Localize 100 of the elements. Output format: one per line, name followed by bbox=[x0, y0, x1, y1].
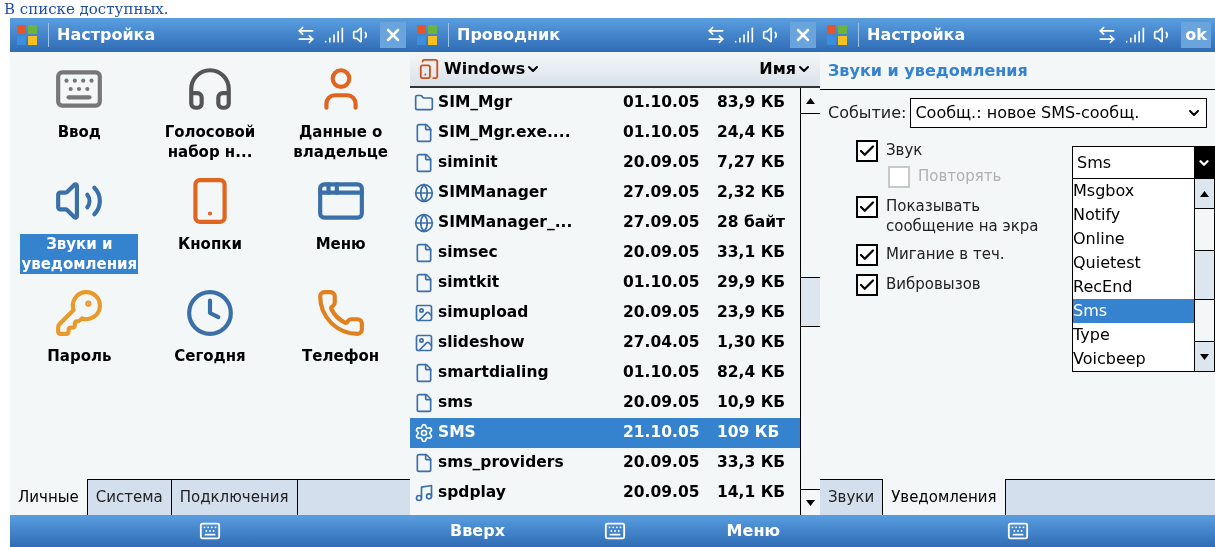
connection-icon[interactable] bbox=[296, 25, 316, 45]
file-row[interactable]: sms_providers 20.09.05 33,3 КБ bbox=[410, 448, 800, 478]
file-row[interactable]: sms 20.09.05 10,9 КБ bbox=[410, 388, 800, 418]
file-size: 10,9 КБ bbox=[717, 392, 786, 414]
sort-dropdown[interactable]: Имя bbox=[759, 57, 812, 81]
sound-option[interactable]: Voicbeep bbox=[1073, 347, 1194, 371]
page-caption: В списке доступных. bbox=[4, 1, 169, 18]
file-name: siminit bbox=[438, 152, 499, 174]
keyboard-icon[interactable] bbox=[199, 520, 221, 542]
close-button[interactable] bbox=[380, 22, 406, 48]
globe-icon bbox=[414, 213, 434, 233]
down-arrow-icon[interactable] bbox=[806, 499, 815, 506]
signal-icon[interactable] bbox=[1125, 25, 1146, 45]
settings-item[interactable]: Меню bbox=[281, 234, 400, 254]
file-date: 27.04.05 bbox=[623, 332, 701, 354]
softkey[interactable]: Вверх bbox=[450, 519, 505, 543]
checkbox[interactable] bbox=[856, 244, 878, 266]
settings-item[interactable]: Ввод bbox=[20, 122, 139, 142]
file-row[interactable]: smartdialing 01.10.05 82,4 КБ bbox=[410, 358, 800, 388]
file-row[interactable]: simsec 20.09.05 33,1 КБ bbox=[410, 238, 800, 268]
scrollbar[interactable] bbox=[800, 88, 820, 515]
settings-item[interactable]: Звуки и уведомления bbox=[20, 234, 139, 274]
file-date: 20.09.05 bbox=[623, 392, 701, 414]
file-date: 27.09.05 bbox=[623, 182, 701, 204]
file-name: simupload bbox=[438, 302, 530, 324]
keyboard-icon[interactable] bbox=[604, 520, 626, 542]
settings-item[interactable]: Пароль bbox=[20, 346, 139, 366]
file-icon bbox=[414, 153, 434, 173]
softkey[interactable]: Меню bbox=[726, 519, 780, 543]
sound-option[interactable]: Online bbox=[1073, 227, 1194, 251]
music-icon bbox=[414, 483, 434, 503]
file-date: 27.09.05 bbox=[623, 212, 701, 234]
sound-option[interactable]: Quietest bbox=[1073, 251, 1194, 275]
file-date: 20.09.05 bbox=[623, 152, 701, 174]
sound-option[interactable]: RecEnd bbox=[1073, 275, 1194, 299]
windows-logo-icon[interactable] bbox=[824, 22, 850, 48]
sound-option[interactable]: Msgbox bbox=[1073, 179, 1194, 203]
windows-logo-icon[interactable] bbox=[414, 22, 440, 48]
signal-icon[interactable] bbox=[734, 25, 754, 45]
file-size: 33,1 КБ bbox=[717, 242, 786, 264]
signal-icon[interactable] bbox=[324, 25, 344, 45]
file-icon bbox=[414, 243, 434, 263]
file-size: 33,3 КБ bbox=[717, 452, 786, 474]
file-name: slideshow bbox=[438, 332, 526, 354]
file-row[interactable]: spdplay 20.09.05 14,1 КБ bbox=[410, 478, 800, 508]
sound-option[interactable]: Type bbox=[1073, 323, 1194, 347]
close-button[interactable] bbox=[790, 22, 816, 48]
file-row[interactable]: slideshow 27.04.05 1,30 КБ bbox=[410, 328, 800, 358]
file-size: 83,9 КБ bbox=[717, 92, 786, 114]
scrollbar[interactable] bbox=[1194, 179, 1214, 371]
file-size: 2,32 КБ bbox=[717, 182, 786, 204]
folder-dropdown[interactable]: Windows bbox=[444, 57, 542, 81]
file-icon bbox=[414, 273, 434, 293]
checkbox[interactable] bbox=[856, 140, 878, 162]
sound-option[interactable]: Notify bbox=[1073, 203, 1194, 227]
down-arrow-icon[interactable] bbox=[1200, 353, 1209, 360]
sound-option[interactable]: Sms bbox=[1073, 299, 1194, 323]
file-name: SIM_Mgr bbox=[438, 92, 514, 114]
clock-icon bbox=[185, 288, 235, 338]
file-row[interactable]: SIMManager 27.09.05 2,32 КБ bbox=[410, 178, 800, 208]
event-dropdown[interactable]: Сообщ.: новое SMS-сообщ. bbox=[910, 98, 1207, 128]
keyboard-icon[interactable] bbox=[1006, 520, 1029, 542]
file-row[interactable]: SMS 21.10.05 109 КБ bbox=[410, 418, 800, 448]
file-name: SIMManager_... bbox=[438, 212, 574, 234]
file-row[interactable]: simtkit 01.10.05 29,9 КБ bbox=[410, 268, 800, 298]
windows-logo-icon[interactable] bbox=[14, 22, 40, 48]
file-name: SIM_Mgr.exe.... bbox=[438, 122, 572, 144]
scrollbar-thumb[interactable] bbox=[801, 276, 820, 327]
file-row[interactable]: simupload 20.09.05 23,9 КБ bbox=[410, 298, 800, 328]
checkbox[interactable] bbox=[856, 196, 878, 218]
settings-item[interactable]: Кнопки bbox=[151, 234, 269, 254]
scrollbar-thumb[interactable] bbox=[1195, 250, 1214, 300]
device-icon bbox=[418, 58, 440, 80]
checkbox[interactable] bbox=[856, 274, 878, 296]
file-name: sms_providers bbox=[438, 452, 565, 474]
option-label: Вибровызов bbox=[886, 274, 981, 294]
file-row[interactable]: SIMManager_... 27.09.05 28 байт bbox=[410, 208, 800, 238]
option-label: Повторять bbox=[918, 166, 1002, 186]
file-size: 7,27 КБ bbox=[717, 152, 786, 174]
sound-dropdown[interactable]: Sms bbox=[1073, 147, 1214, 179]
file-size: 82,4 КБ bbox=[717, 362, 786, 384]
connection-icon[interactable] bbox=[706, 25, 726, 45]
settings-item[interactable]: Сегодня bbox=[151, 346, 269, 366]
settings-item[interactable]: Телефон bbox=[281, 346, 400, 366]
tab[interactable]: Уведомления bbox=[883, 479, 1006, 515]
settings-item[interactable]: Данные о владельце bbox=[281, 122, 400, 162]
settings-item[interactable]: Голосовой набор н... bbox=[151, 122, 269, 162]
file-size: 1,30 КБ bbox=[717, 332, 786, 354]
gear-icon bbox=[414, 423, 434, 443]
file-icon bbox=[414, 123, 434, 143]
file-row[interactable]: siminit 20.09.05 7,27 КБ bbox=[410, 148, 800, 178]
up-arrow-icon[interactable] bbox=[806, 97, 815, 104]
tab[interactable]: Личные bbox=[10, 479, 88, 515]
file-date: 01.10.05 bbox=[623, 92, 701, 114]
folder-icon bbox=[414, 93, 434, 113]
file-row[interactable]: SIM_Mgr 01.10.05 83,9 КБ bbox=[410, 88, 800, 118]
up-arrow-icon[interactable] bbox=[1200, 190, 1209, 197]
file-row[interactable]: SIM_Mgr.exe.... 01.10.05 24,4 КБ bbox=[410, 118, 800, 148]
image-icon bbox=[414, 303, 434, 323]
file-name: SMS bbox=[438, 422, 477, 444]
